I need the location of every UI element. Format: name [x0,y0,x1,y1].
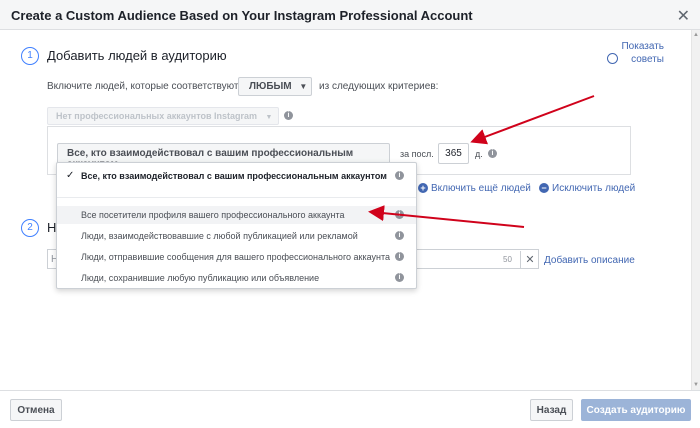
days-unit: д. [475,149,483,159]
menu-item[interactable]: Люди, сохранившие любую публикацию или о… [57,269,416,287]
last-days-label: за посл. [400,149,434,159]
show-tips-link[interactable]: Показать советы [610,40,664,66]
dialog-footer: Отмена Назад Создать аудиторию [0,390,700,428]
create-audience-button[interactable]: Создать аудиторию [581,399,691,421]
days-input[interactable]: 365 [438,143,469,164]
any-criteria-label: ЛЮБЫМ [249,81,292,92]
info-icon[interactable]: i [488,149,497,158]
cancel-button[interactable]: Отмена [10,399,62,421]
check-icon: ✓ [66,170,75,181]
scroll-up-icon[interactable]: ▲ [693,32,699,38]
engagement-type-menu: ✓ Все, кто взаимодействовал с вашим проф… [56,162,417,289]
menu-item[interactable]: Люди, взаимодействовавшие с любой публик… [57,227,416,245]
close-icon[interactable]: ✕ [677,6,690,26]
menu-item-label: Все посетители профиля вашего профессион… [81,210,345,220]
menu-item[interactable]: Все посетители профиля вашего профессион… [57,206,416,224]
engagement-type-dropdown[interactable]: Все, кто взаимодействовал с вашим профес… [57,143,390,170]
any-criteria-dropdown[interactable]: ЛЮБЫМ ▼ [238,77,312,96]
menu-item-label: Все, кто взаимодействовал с вашим профес… [81,171,387,181]
scrollbar[interactable]: ▲ ▼ [691,30,700,390]
menu-divider [57,197,416,198]
tips-line-1: Показать [621,41,664,52]
step-2-badge: 2 [21,219,39,237]
info-icon[interactable]: i [395,171,404,180]
info-icon[interactable]: i [395,252,404,261]
info-icon[interactable]: i [284,111,293,120]
menu-item-label: Люди, сохранившие любую публикацию или о… [81,273,320,283]
dialog-title: Create a Custom Audience Based on Your I… [11,8,473,23]
step-1-title: Добавить людей в аудиторию [47,48,227,63]
menu-item[interactable]: Люди, отправившие сообщения для вашего п… [57,248,416,266]
step-1-badge: 1 [21,47,39,65]
add-description-link[interactable]: Добавить описание [544,255,635,266]
tips-line-2: советы [631,54,664,65]
caret-down-icon: ▼ [265,114,273,121]
plus-circle-icon[interactable]: + [418,183,428,193]
info-icon[interactable]: i [395,210,404,219]
clear-icon[interactable]: ✕ [520,251,539,269]
menu-item-label: Люди, взаимодействовавшие с любой публик… [81,231,358,241]
caret-down-icon: ▼ [299,82,308,91]
scroll-down-icon[interactable]: ▼ [693,382,699,388]
menu-item-label: Люди, отправившие сообщения для вашего п… [81,252,391,262]
instagram-account-select: Нет профессиональных аккаунтов Instagram… [47,107,279,125]
minus-circle-icon[interactable]: − [539,183,549,193]
menu-item[interactable]: ✓ Все, кто взаимодействовал с вашим проф… [57,167,416,185]
char-count: 50 [503,255,512,264]
info-icon[interactable]: i [395,273,404,282]
back-button[interactable]: Назад [530,399,573,421]
tips-icon[interactable] [607,53,618,64]
include-label: Включите людей, которые соответствуют [47,81,239,92]
account-select-label: Нет профессиональных аккаунтов Instagram [56,111,258,121]
include-more-link[interactable]: Включить ещё людей [431,183,531,194]
step-2-title: Н [47,220,57,235]
exclude-people-link[interactable]: Исключить людей [552,183,635,194]
info-icon[interactable]: i [395,231,404,240]
criteria-label: из следующих критериев: [319,81,439,92]
dialog-header: Create a Custom Audience Based on Your I… [0,0,700,30]
